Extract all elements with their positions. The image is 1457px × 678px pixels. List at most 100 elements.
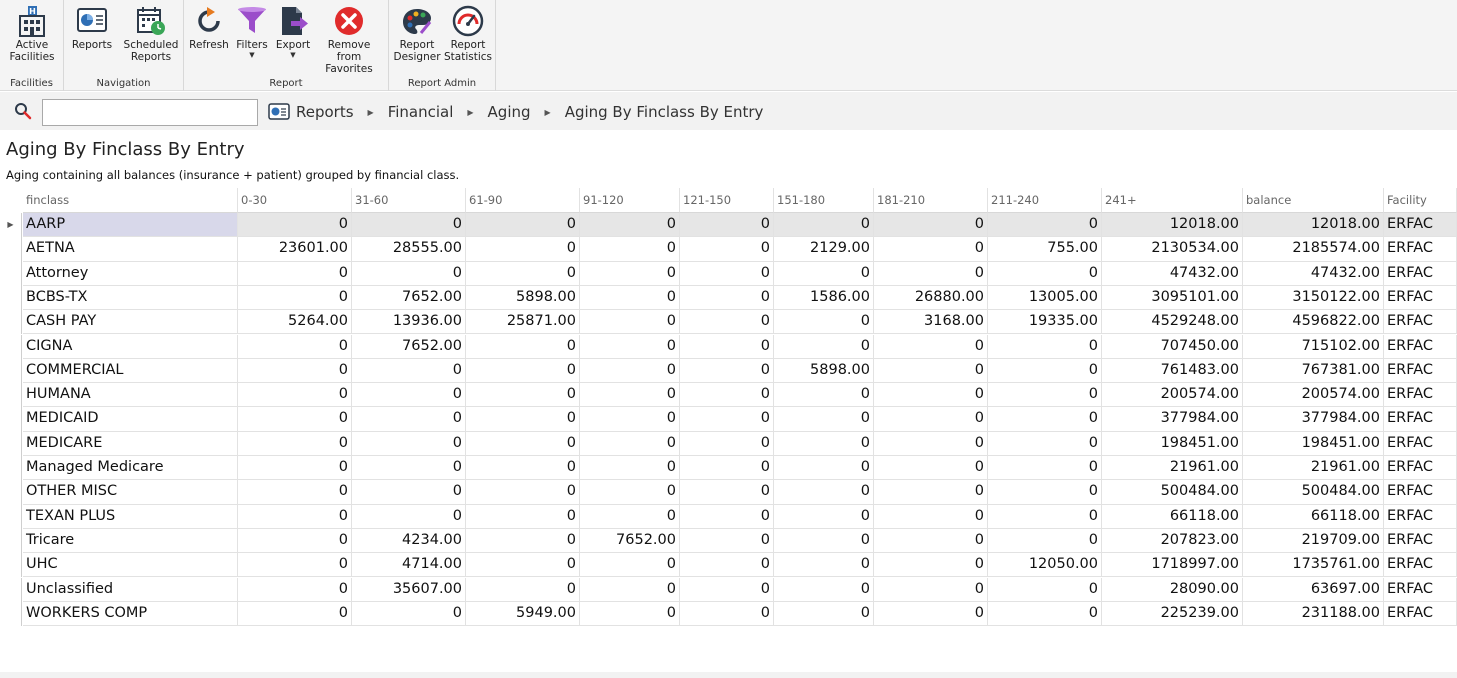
table-cell-241-[interactable]: 225239.00 (1102, 601, 1243, 627)
table-cell-91-120[interactable]: 0 (580, 577, 680, 602)
table-cell-balance[interactable]: 219709.00 (1243, 528, 1384, 554)
table-cell-211-240[interactable]: 0 (988, 528, 1102, 554)
table-cell-31-60[interactable]: 0 (352, 456, 466, 481)
table-cell-181-210[interactable]: 0 (874, 553, 988, 578)
column-header-0[interactable]: finclass (23, 188, 238, 213)
table-cell-0-30[interactable]: 0 (238, 480, 352, 505)
table-cell-151-180[interactable]: 0 (774, 601, 874, 627)
table-cell-31-60[interactable]: 0 (352, 504, 466, 529)
table-cell-151-180[interactable]: 0 (774, 407, 874, 432)
table-cell-facility[interactable]: ERFAC (1384, 577, 1457, 602)
table-cell-facility[interactable]: ERFAC (1384, 334, 1457, 359)
table-cell-facility[interactable]: ERFAC (1384, 237, 1457, 262)
table-cell-balance[interactable]: 66118.00 (1243, 504, 1384, 529)
refresh-button[interactable]: Refresh (188, 3, 230, 51)
report-statistics-button[interactable]: Report Statistics (443, 3, 493, 63)
table-cell-finclass[interactable]: COMMERCIAL (23, 358, 238, 384)
report-designer-button[interactable]: Report Designer (393, 3, 441, 63)
table-row[interactable]: Tricare 0 4234.00 0 7652.00 0 0 0 0 207823.00 2197… (0, 528, 1457, 554)
table-cell-61-90[interactable]: 0 (466, 237, 580, 262)
table-cell-61-90[interactable]: 0 (466, 334, 580, 359)
column-header-4[interactable]: 91-120 (580, 188, 680, 213)
column-header-7[interactable]: 181-210 (874, 188, 988, 213)
table-cell-finclass[interactable]: TEXAN PLUS (23, 504, 238, 529)
column-header-5[interactable]: 121-150 (680, 188, 774, 213)
table-cell-211-240[interactable]: 0 (988, 601, 1102, 627)
table-row[interactable]: CIGNA 0 7652.00 0 0 0 0 0 0 707450.00 715102.00 ERF… (0, 334, 1457, 359)
table-cell-61-90[interactable]: 0 (466, 383, 580, 408)
table-cell-211-240[interactable]: 0 (988, 358, 1102, 384)
table-cell-0-30[interactable]: 0 (238, 213, 352, 238)
table-cell-181-210[interactable]: 0 (874, 237, 988, 262)
table-cell-finclass[interactable]: AARP (23, 213, 238, 238)
table-cell-31-60[interactable]: 0 (352, 431, 466, 456)
table-cell-181-210[interactable]: 0 (874, 383, 988, 408)
export-button[interactable]: Export ▼ (274, 3, 312, 59)
table-cell-0-30[interactable]: 0 (238, 261, 352, 286)
table-cell-balance[interactable]: 377984.00 (1243, 407, 1384, 432)
table-cell-0-30[interactable]: 5264.00 (238, 310, 352, 335)
table-cell-241-[interactable]: 1718997.00 (1102, 553, 1243, 578)
table-cell-facility[interactable]: ERFAC (1384, 528, 1457, 554)
table-row[interactable]: ▶ AARP 0 0 0 0 0 0 0 0 12018.00 12018.00 ERFAC (0, 213, 1457, 238)
table-cell-181-210[interactable]: 0 (874, 456, 988, 481)
table-cell-151-180[interactable]: 0 (774, 480, 874, 505)
table-cell-151-180[interactable]: 1586.00 (774, 285, 874, 311)
table-cell-121-150[interactable]: 0 (680, 480, 774, 505)
table-cell-31-60[interactable]: 0 (352, 383, 466, 408)
table-cell-0-30[interactable]: 0 (238, 504, 352, 529)
table-cell-91-120[interactable]: 0 (580, 553, 680, 578)
column-header-9[interactable]: 241+ (1102, 188, 1243, 213)
table-cell-facility[interactable]: ERFAC (1384, 601, 1457, 627)
table-cell-211-240[interactable]: 12050.00 (988, 553, 1102, 578)
table-cell-121-150[interactable]: 0 (680, 528, 774, 554)
table-cell-0-30[interactable]: 0 (238, 577, 352, 602)
table-cell-151-180[interactable]: 0 (774, 528, 874, 554)
remove-from-favorites-button[interactable]: Remove from Favorites (314, 3, 384, 75)
table-cell-211-240[interactable]: 19335.00 (988, 310, 1102, 335)
table-cell-241-[interactable]: 21961.00 (1102, 456, 1243, 481)
table-cell-balance[interactable]: 21961.00 (1243, 456, 1384, 481)
table-cell-balance[interactable]: 231188.00 (1243, 601, 1384, 627)
scheduled-reports-button[interactable]: Scheduled Reports (122, 3, 180, 63)
table-cell-facility[interactable]: ERFAC (1384, 358, 1457, 384)
breadcrumb-item-financial[interactable]: Financial (388, 103, 454, 121)
table-cell-61-90[interactable]: 5949.00 (466, 601, 580, 627)
breadcrumb-item-aging[interactable]: Aging (488, 103, 531, 121)
table-cell-121-150[interactable]: 0 (680, 553, 774, 578)
table-cell-facility[interactable]: ERFAC (1384, 480, 1457, 505)
table-cell-31-60[interactable]: 0 (352, 261, 466, 286)
table-cell-241-[interactable]: 47432.00 (1102, 261, 1243, 286)
table-row[interactable]: BCBS-TX 0 7652.00 5898.00 0 0 1586.00 26880.00 1… (0, 285, 1457, 311)
table-cell-121-150[interactable]: 0 (680, 285, 774, 311)
table-cell-facility[interactable]: ERFAC (1384, 504, 1457, 529)
table-cell-91-120[interactable]: 0 (580, 358, 680, 384)
table-cell-31-60[interactable]: 0 (352, 480, 466, 505)
table-cell-211-240[interactable]: 0 (988, 456, 1102, 481)
table-cell-151-180[interactable]: 0 (774, 213, 874, 238)
table-cell-241-[interactable]: 500484.00 (1102, 480, 1243, 505)
table-cell-181-210[interactable]: 3168.00 (874, 310, 988, 335)
table-row[interactable]: Unclassified 0 35607.00 0 0 0 0 0 0 28090.00 63697… (0, 577, 1457, 602)
table-cell-151-180[interactable]: 2129.00 (774, 237, 874, 262)
column-header-10[interactable]: balance (1243, 188, 1384, 213)
table-cell-balance[interactable]: 715102.00 (1243, 334, 1384, 359)
table-cell-121-150[interactable]: 0 (680, 577, 774, 602)
table-cell-151-180[interactable]: 0 (774, 504, 874, 529)
table-row[interactable]: UHC 0 4714.00 0 0 0 0 0 12050.00 1718997.00 173576… (0, 553, 1457, 578)
breadcrumb-item-reports[interactable]: Reports (296, 103, 354, 121)
table-cell-181-210[interactable]: 26880.00 (874, 285, 988, 311)
search-input[interactable] (42, 99, 258, 126)
table-cell-31-60[interactable]: 4714.00 (352, 553, 466, 578)
table-cell-61-90[interactable]: 0 (466, 577, 580, 602)
table-row[interactable]: TEXAN PLUS 0 0 0 0 0 0 0 0 66118.00 66118.00 ERFAC (0, 504, 1457, 529)
table-cell-balance[interactable]: 200574.00 (1243, 383, 1384, 408)
table-cell-121-150[interactable]: 0 (680, 261, 774, 286)
table-cell-balance[interactable]: 767381.00 (1243, 358, 1384, 384)
table-cell-0-30[interactable]: 0 (238, 358, 352, 384)
table-cell-finclass[interactable]: MEDICARE (23, 431, 238, 456)
table-cell-91-120[interactable]: 0 (580, 237, 680, 262)
table-cell-121-150[interactable]: 0 (680, 237, 774, 262)
column-header-6[interactable]: 151-180 (774, 188, 874, 213)
table-cell-61-90[interactable]: 0 (466, 504, 580, 529)
